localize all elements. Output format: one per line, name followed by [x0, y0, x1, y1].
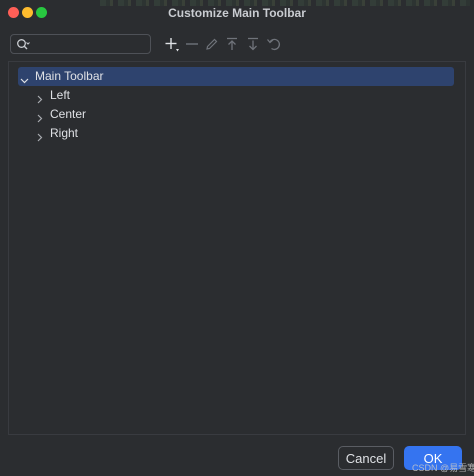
tree-item-label: Left	[50, 88, 71, 102]
restore-icon[interactable]	[266, 36, 282, 52]
move-down-icon[interactable]	[245, 36, 261, 52]
tree-item-label: Center	[50, 107, 87, 121]
tree-item-left[interactable]: Left	[18, 86, 218, 105]
chevron-right-icon[interactable]	[35, 129, 44, 142]
watermark: CSDN @易雪寒	[412, 463, 474, 473]
edit-icon[interactable]	[204, 36, 220, 52]
cancel-button[interactable]: Cancel	[338, 446, 394, 470]
title-bar: Customize Main Toolbar	[0, 0, 474, 26]
tree-item-label: Right	[50, 126, 79, 140]
window-title: Customize Main Toolbar	[168, 6, 306, 20]
chevron-down-icon[interactable]	[20, 72, 29, 84]
add-icon[interactable]	[164, 36, 180, 52]
search-icon[interactable]	[16, 38, 30, 52]
dialog-footer: Cancel OK	[0, 436, 474, 476]
chevron-right-icon[interactable]	[35, 91, 44, 104]
remove-icon[interactable]	[184, 36, 200, 52]
move-up-icon[interactable]	[224, 36, 240, 52]
search-input[interactable]	[35, 36, 147, 52]
tree-item-label: Main Toolbar	[35, 69, 104, 83]
search-field[interactable]	[10, 34, 151, 54]
chevron-right-icon[interactable]	[35, 110, 44, 123]
toolbar	[0, 34, 474, 56]
toolbar-tree-panel: Main Toolbar Left Center Right	[8, 61, 466, 435]
tree-item-right[interactable]: Right	[18, 124, 218, 143]
tree-item-main-toolbar[interactable]: Main Toolbar	[18, 67, 454, 86]
tree-item-center[interactable]: Center	[18, 105, 218, 124]
